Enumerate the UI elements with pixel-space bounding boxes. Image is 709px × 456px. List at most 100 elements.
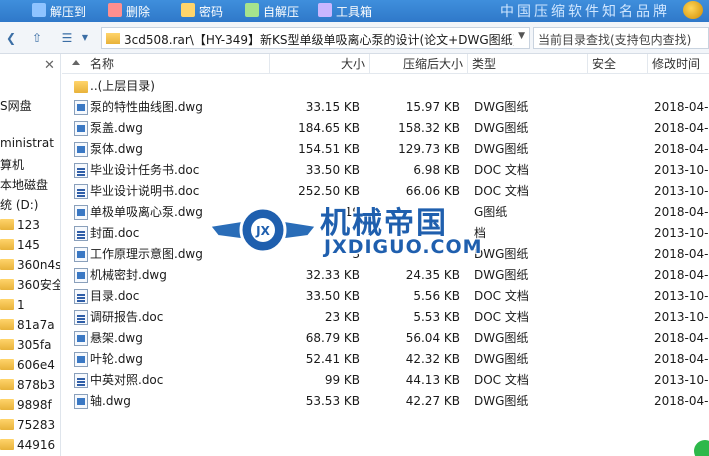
self-extract-button[interactable]: 自解压	[263, 3, 299, 20]
dwg-file-icon	[74, 121, 88, 136]
up-folder-icon[interactable]: ⇧	[28, 30, 46, 46]
sidebar-item-label: 145	[17, 238, 40, 252]
file-row[interactable]: 泵盖.dwg 184.65 KB 158.32 KB DWG图纸 2018-04-2	[62, 118, 709, 139]
sidebar-item[interactable]: ministrat	[0, 133, 60, 153]
sidebar-item[interactable]: 81a7a	[0, 315, 60, 335]
toolbox-button[interactable]: 工具箱	[336, 3, 372, 20]
file-modified: 2013-10-0	[654, 184, 709, 198]
sidebar-item-label: 算机	[0, 158, 25, 172]
file-size: 33.50 KB	[305, 163, 360, 177]
delete-button[interactable]: 删除	[126, 3, 150, 20]
file-row[interactable]: 调研报告.doc 23 KB 5.53 KB DOC 文档 2013-10-0	[62, 307, 709, 328]
file-modified: 2018-04-2	[654, 352, 709, 366]
sidebar-item[interactable]: 305fa	[0, 335, 60, 355]
status-indicator-icon	[694, 440, 709, 456]
file-row[interactable]: 叶轮.dwg 52.41 KB 42.32 KB DWG图纸 2018-04-2	[62, 349, 709, 370]
file-type: DWG图纸	[474, 142, 529, 156]
sidebar-item-label: 75283	[17, 418, 56, 432]
file-size: 53.53 KB	[305, 394, 360, 408]
column-size[interactable]: 大小	[270, 54, 370, 74]
file-row[interactable]: 毕业设计任务书.doc 33.50 KB 6.98 KB DOC 文档 2013-10-…	[62, 160, 709, 181]
folder-icon	[0, 359, 14, 370]
file-type: DOC 文档	[474, 310, 529, 324]
column-compressed[interactable]: 压缩后大小	[370, 54, 468, 74]
sidebar-item[interactable]: 878b3	[0, 375, 60, 395]
file-size: 68.79 KB	[305, 331, 360, 345]
file-row[interactable]: 悬架.dwg 68.79 KB 56.04 KB DWG图纸 2018-04-2	[62, 328, 709, 349]
file-compressed-size: 5.53 KB	[413, 310, 460, 324]
doc-file-icon	[74, 310, 88, 325]
parent-directory-row[interactable]: ..(上层目录)	[62, 76, 709, 97]
address-bar[interactable]: 3cd508.rar\【HY-349】新KS型单级单吸离心泵的设计(论文+DWG…	[101, 27, 530, 49]
doc-file-icon	[74, 184, 88, 199]
sidebar-item[interactable]: 360n4s	[0, 255, 60, 275]
file-compressed-size: 129.73 KB	[398, 142, 460, 156]
dwg-file-icon	[74, 394, 88, 409]
sidebar-item-label: 123	[17, 218, 40, 232]
folder-icon	[0, 239, 14, 250]
file-modified: 2013-10-0	[654, 163, 709, 177]
file-row[interactable]: 泵体.dwg 154.51 KB 129.73 KB DWG图纸 2018-04-2	[62, 139, 709, 160]
sidebar-item[interactable]: 44916	[0, 435, 60, 455]
file-type: DWG图纸	[474, 268, 529, 282]
column-modified[interactable]: 修改时间	[648, 54, 709, 74]
file-modified: 2018-04-2	[654, 268, 709, 282]
extract-to-button[interactable]: 解压到	[50, 3, 86, 20]
file-type: DWG图纸	[474, 121, 529, 135]
file-row[interactable]: 机械密封.dwg 32.33 KB 24.35 KB DWG图纸 2018-04-2	[62, 265, 709, 286]
sidebar-item[interactable]: 算机	[0, 155, 60, 175]
sidebar-item[interactable]: 9898f	[0, 395, 60, 415]
file-compressed-size: 24.35 KB	[405, 268, 460, 282]
folder-icon	[74, 81, 88, 93]
sidebar-item[interactable]: 本地磁盘	[0, 175, 60, 195]
sidebar-item[interactable]: 75283	[0, 415, 60, 435]
file-row[interactable]: 目录.doc 33.50 KB 5.56 KB DOC 文档 2013-10-0	[62, 286, 709, 307]
column-security[interactable]: 安全	[588, 54, 648, 74]
sidebar: ✕ S网盘 ministrat 算机 本地磁盘 统 (D:) 123 145 3…	[0, 54, 61, 456]
watermark-subtitle: JXDIGUO.COM	[324, 236, 483, 258]
file-size: 32.33 KB	[305, 268, 360, 282]
sidebar-item[interactable]: 606e4	[0, 355, 60, 375]
folder-icon	[0, 439, 14, 450]
sidebar-item[interactable]: 145	[0, 235, 60, 255]
column-name[interactable]: 名称	[86, 54, 270, 74]
watermark: JX 机械帝国 JXDIGUO.COM	[208, 196, 508, 264]
file-size: 52.41 KB	[305, 352, 360, 366]
back-arrow-icon[interactable]: ❮	[2, 30, 20, 46]
search-input[interactable]: 当前目录查找(支持包内查找)	[533, 27, 709, 49]
column-type[interactable]: 类型	[468, 54, 588, 74]
file-compressed-size: 158.32 KB	[398, 121, 460, 135]
sidebar-item[interactable]: 360安全	[0, 275, 60, 295]
sidebar-item-label: 606e4	[17, 358, 55, 372]
file-compressed-size: 42.32 KB	[405, 352, 460, 366]
sidebar-item[interactable]: 统 (D:)	[0, 195, 60, 215]
file-compressed-size: 44.13 KB	[405, 373, 460, 387]
file-type: DWG图纸	[474, 352, 529, 366]
app-logo-icon[interactable]	[683, 1, 703, 19]
extract-icon	[32, 3, 46, 17]
file-name: 叶轮.dwg	[90, 352, 143, 366]
sidebar-item-label: 305fa	[17, 338, 52, 352]
file-name: ..(上层目录)	[90, 79, 155, 93]
close-icon[interactable]: ✕	[44, 58, 55, 73]
file-row[interactable]: 中英对照.doc 99 KB 44.13 KB DOC 文档 2013-10-0	[62, 370, 709, 391]
doc-file-icon	[74, 163, 88, 178]
file-row[interactable]: 轴.dwg 53.53 KB 42.27 KB DWG图纸 2018-04-2	[62, 391, 709, 412]
chevron-down-icon[interactable]: ▼	[518, 31, 525, 41]
file-modified: 2018-04-2	[654, 394, 709, 408]
view-dropdown-icon[interactable]: ▼	[76, 30, 94, 46]
file-name: 毕业设计任务书.doc	[90, 163, 200, 177]
sidebar-item[interactable]: 123	[0, 215, 60, 235]
file-size: 154.51 KB	[298, 142, 360, 156]
sidebar-item[interactable]: 1	[0, 295, 60, 315]
view-list-icon[interactable]: ☰	[58, 30, 76, 46]
file-row[interactable]: 泵的特性曲线图.dwg 33.15 KB 15.97 KB DWG图纸 2018-04-…	[62, 97, 709, 118]
sidebar-item[interactable]: S网盘	[0, 96, 60, 116]
password-button[interactable]: 密码	[199, 3, 223, 20]
file-type: DWG图纸	[474, 331, 529, 345]
file-modified: 2018-04-2	[654, 100, 709, 114]
file-type: DOC 文档	[474, 163, 529, 177]
file-compressed-size: 42.27 KB	[405, 394, 460, 408]
doc-file-icon	[74, 289, 88, 304]
file-modified: 2018-04-2	[654, 121, 709, 135]
